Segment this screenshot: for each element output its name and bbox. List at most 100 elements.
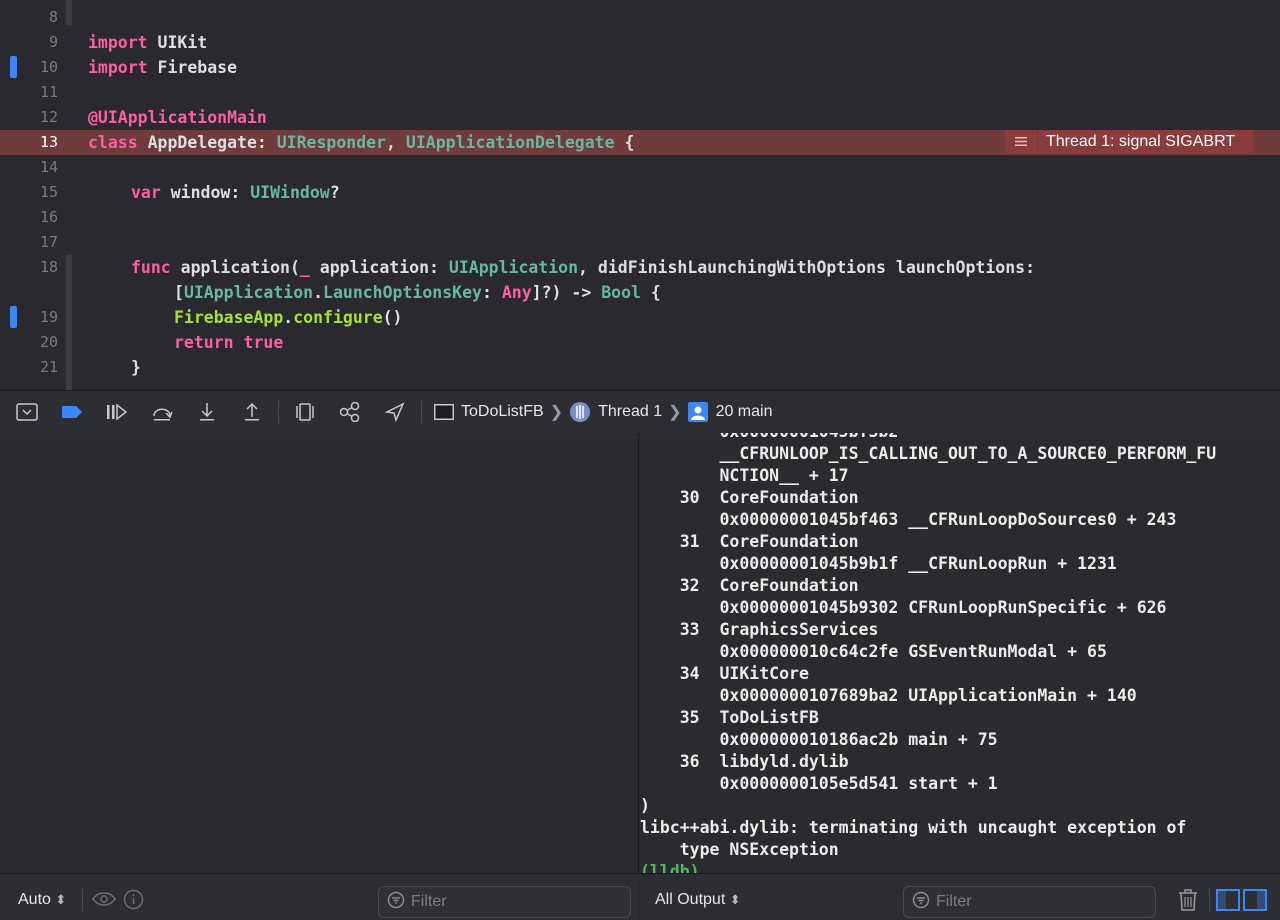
toolbar-divider (421, 401, 422, 423)
line-number: 21 (39, 358, 58, 376)
variables-filter-bar: Auto ⬍ Filter (0, 873, 638, 920)
code-line[interactable]: 19 FirebaseApp.configure() (0, 305, 1280, 330)
trash-icon[interactable] (1177, 888, 1199, 917)
line-number: 12 (39, 108, 58, 126)
filter-placeholder: Filter (936, 893, 972, 910)
line-number: 15 (39, 183, 58, 201)
toolbar-divider (278, 401, 279, 423)
code-text: import Firebase (88, 58, 238, 77)
line-number: 8 (48, 8, 58, 26)
console-line: 35 ToDoListFB (640, 708, 819, 727)
code-line[interactable]: 15 var window: UIWindow? (0, 180, 1280, 205)
filter-icon (387, 891, 405, 914)
code-line[interactable]: 11 (0, 80, 1280, 105)
code-line[interactable]: 8 (0, 5, 1280, 30)
code-line[interactable]: 16 (0, 205, 1280, 230)
console-line: 30 CoreFoundation (640, 488, 859, 507)
console-filter-input[interactable]: Filter (903, 886, 1156, 918)
line-number: 13 (39, 133, 58, 151)
thread-icon (569, 401, 591, 423)
console-line: 33 GraphicsServices (640, 620, 879, 639)
step-out-icon[interactable] (240, 400, 264, 424)
chevron-right-icon: ❯ (549, 404, 564, 421)
location-icon[interactable] (383, 400, 407, 424)
console-line: type NSException (640, 840, 839, 859)
step-over-icon[interactable] (150, 400, 174, 424)
console-line: 0x00000001045b9302 CFRunLoopRunSpecific … (640, 598, 1167, 617)
variables-filter-input[interactable]: Filter (378, 886, 631, 918)
console-line: 34 UIKitCore (640, 664, 809, 683)
eye-icon[interactable] (92, 891, 116, 912)
show-console-view-icon[interactable] (1243, 889, 1267, 916)
code-line[interactable]: [UIApplication.LaunchOptionsKey: Any]?) … (0, 280, 1280, 305)
code-text: } (131, 358, 141, 377)
info-icon[interactable] (123, 889, 144, 915)
breadcrumb-thread[interactable]: Thread 1 (598, 403, 662, 421)
code-line[interactable]: 17 (0, 230, 1280, 255)
hide-debug-area-icon[interactable] (15, 400, 39, 424)
line-number: 19 (39, 308, 58, 326)
debug-toolbar: ToDoListFB ❯ Thread 1 ❯ 20 main (0, 390, 1280, 434)
console-text: 0x00000001045bf3b2 __CFRUNLOOP_IS_CALLIN… (640, 433, 1280, 873)
list-icon[interactable] (1005, 130, 1037, 153)
console-line: 0x0000000105e5d541 start + 1 (640, 774, 998, 793)
line-number: 9 (48, 33, 58, 51)
console-line: 31 CoreFoundation (640, 532, 859, 551)
line-number: 17 (39, 233, 58, 251)
code-text: class AppDelegate: UIResponder, UIApplic… (88, 133, 635, 152)
console-line: 0x00000001045bf463 __CFRunLoopDoSources0… (640, 510, 1177, 529)
divider (82, 889, 83, 911)
continue-icon[interactable] (105, 400, 129, 424)
breadcrumb: ToDoListFB ❯ Thread 1 ❯ 20 main (434, 401, 772, 423)
code-text: @UIApplicationMain (88, 108, 267, 127)
breadcrumb-frame[interactable]: 20 main (716, 403, 773, 421)
step-into-icon[interactable] (195, 400, 219, 424)
memory-graph-icon[interactable] (338, 400, 362, 424)
breadcrumb-target[interactable]: ToDoListFB (461, 403, 544, 421)
line-number: 20 (39, 333, 58, 351)
line-number: 18 (39, 258, 58, 276)
console-output[interactable]: 0x00000001045bf3b2 __CFRUNLOOP_IS_CALLIN… (640, 433, 1280, 873)
error-message: Thread 1: signal SIGABRT (1038, 130, 1254, 153)
line-number: 10 (39, 58, 58, 76)
line-number: 11 (39, 83, 58, 101)
code-line[interactable]: 20 return true (0, 330, 1280, 355)
code-line[interactable]: 10 import Firebase (0, 55, 1280, 80)
console-line: 0x00000001045bf3b2 (640, 433, 1280, 443)
code-line[interactable]: 18 func application(_ application: UIApp… (0, 255, 1280, 280)
filter-icon (912, 891, 930, 914)
code-line[interactable]: 12 @UIApplicationMain (0, 105, 1280, 130)
breakpoints-toggle-icon[interactable] (60, 400, 84, 424)
code-line[interactable]: 21 } (0, 355, 1280, 380)
console-filter-bar: All Output ⬍ Filter (640, 873, 1280, 920)
console-line: 36 libdyld.dylib (640, 752, 849, 771)
line-number: 16 (39, 208, 58, 226)
filter-placeholder: Filter (411, 893, 447, 910)
code-text: import UIKit (88, 33, 208, 52)
console-line: NCTION__ + 17 (640, 466, 849, 485)
console-line: 32 CoreFoundation (640, 576, 859, 595)
console-line: 0x00000001045b9b1f __CFRunLoopRun + 1231 (640, 554, 1117, 573)
console-line: 0x000000010c64c2fe GSEventRunModal + 65 (640, 642, 1107, 661)
user-frame-icon (687, 402, 708, 422)
view-debugger-icon[interactable] (293, 400, 317, 424)
code-text: FirebaseApp.configure() (174, 308, 403, 327)
source-editor[interactable]: 8 9 import UIKit 10 import Firebase 11 1… (0, 0, 1280, 390)
scope-dropdown[interactable]: Auto ⬍ (18, 891, 66, 909)
code-line[interactable]: 9 import UIKit (0, 30, 1280, 55)
code-text: func application(_ application: UIApplic… (131, 258, 1036, 277)
show-variables-view-icon[interactable] (1216, 889, 1240, 916)
code-line[interactable]: 14 (0, 155, 1280, 180)
terminal-app-icon (434, 404, 454, 420)
variables-view[interactable] (0, 433, 639, 873)
console-line: 0x0000000107689ba2 UIApplicationMain + 1… (640, 686, 1137, 705)
chevron-right-icon: ❯ (668, 404, 682, 421)
console-line: __CFRUNLOOP_IS_CALLING_OUT_TO_A_SOURCE0_… (640, 444, 1217, 463)
code-text: var window: UIWindow? (131, 183, 340, 202)
lldb-prompt[interactable]: (lldb) (640, 861, 1280, 873)
error-annotation[interactable]: Thread 1: signal SIGABRT (1005, 130, 1254, 153)
code-text: [UIApplication.LaunchOptionsKey: Any]?) … (174, 283, 661, 302)
output-dropdown[interactable]: All Output ⬍ (655, 891, 741, 909)
line-number: 14 (39, 158, 58, 176)
console-line: ) (640, 796, 650, 815)
